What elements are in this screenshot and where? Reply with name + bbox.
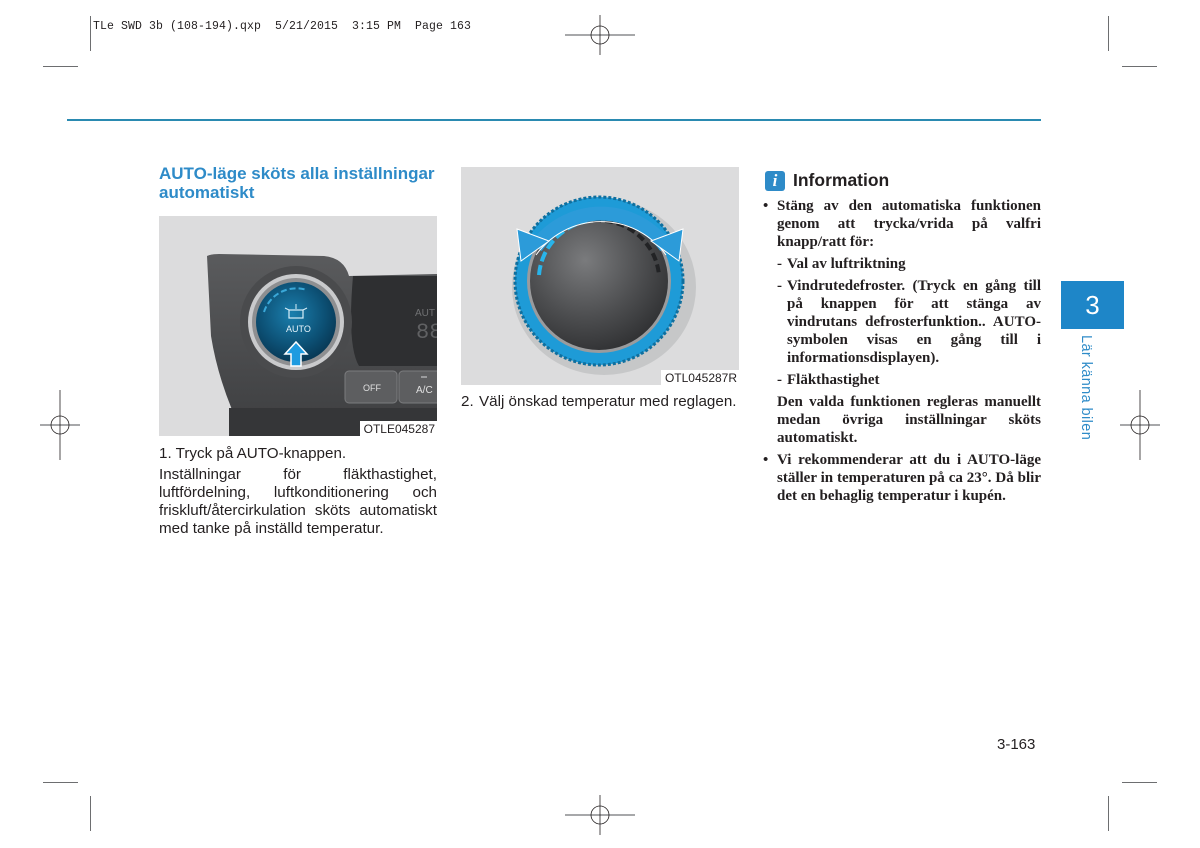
auto-button-text: AUTO [286,324,311,334]
info-sub-item: - Fläkthastighet [763,371,1041,389]
header-rule [67,119,1041,121]
dash-icon: - [777,256,782,272]
registration-mark-icon [1120,390,1160,460]
bullet-icon: • [763,198,769,214]
dash-icon: - [777,278,782,294]
info-bullet: • Stäng av den automatiska funktionen ge… [763,197,1041,251]
figure-auto-button: AUT 88 AUTO OFF A/C OTLE045287 [159,216,437,436]
info-sub-1: Val av luftriktning [787,256,906,272]
crop-mark [43,66,78,67]
step-2-text: Välj önskad temperatur med reglagen. [479,393,737,410]
crop-mark [1108,16,1109,51]
step-2: 2. Välj önskad temperatur med reglagen. [461,393,739,411]
info-sub-3: Fläkthastighet [787,372,880,388]
info-title: Information [793,170,890,190]
section-title: AUTO-läge sköts alla inställningar autom… [159,164,435,202]
display-auto-text: AUT [415,308,435,319]
info-sub-2: Vindrutedefroster. (Tryck en gång till p… [787,278,1041,366]
registration-mark-icon [565,15,635,55]
info-icon: i [765,170,785,191]
bullet-icon: • [763,452,769,468]
info-bullet-1: Stäng av den automatiska funktionen geno… [777,198,1041,250]
info-header: i Information [765,170,889,191]
step-2-number: 2. [461,393,474,410]
figure-temperature-knob: OTL045287R [461,167,739,385]
display-digits: 88 [416,320,437,345]
dash-icon: - [777,372,782,388]
print-slug: TLe SWD 3b (108-194).qxp 5/21/2015 3:15 … [93,20,472,33]
chapter-label: Lär känna bilen [1078,335,1094,441]
info-sub-item: - Vindrutedefroster. (Tryck en gång till… [763,277,1041,367]
figure-label: OTLE045287 [359,421,437,436]
info-bullet-2: Vi rekommenderar att du i AUTO-läge stäl… [777,452,1041,504]
step-1-body: Inställningar för fläkthastighet, luftfö… [159,466,437,537]
info-sub-3-note-text: Den valda funktionen regleras manuellt m… [777,394,1041,446]
temperature-knob [461,167,739,385]
page-number: 3-163 [997,736,1036,753]
info-bullet: • Vi rekommenderar att du i AUTO-läge st… [763,451,1041,505]
info-sub-3-note: Den valda funktionen regleras manuellt m… [763,393,1041,447]
info-box: • Stäng av den automatiska funktionen ge… [763,197,1041,505]
off-button-text: OFF [363,383,381,393]
figure-label: OTL045287R [660,370,739,385]
crop-mark [90,796,91,831]
registration-mark-icon [565,795,635,835]
crop-mark [43,782,78,783]
ac-button-text: A/C [416,385,433,396]
crop-mark [1122,66,1157,67]
crop-mark [90,16,91,51]
info-sub-item: - Val av luftriktning [763,255,1041,273]
auto-button-illustration: AUT 88 AUTO OFF A/C [159,216,437,436]
crop-mark [1122,782,1157,783]
step-1-heading: 1. Tryck på AUTO-knappen. [159,445,347,462]
crop-mark [1108,796,1109,831]
registration-mark-icon [40,390,80,460]
chapter-tab: 3 [1061,281,1124,329]
